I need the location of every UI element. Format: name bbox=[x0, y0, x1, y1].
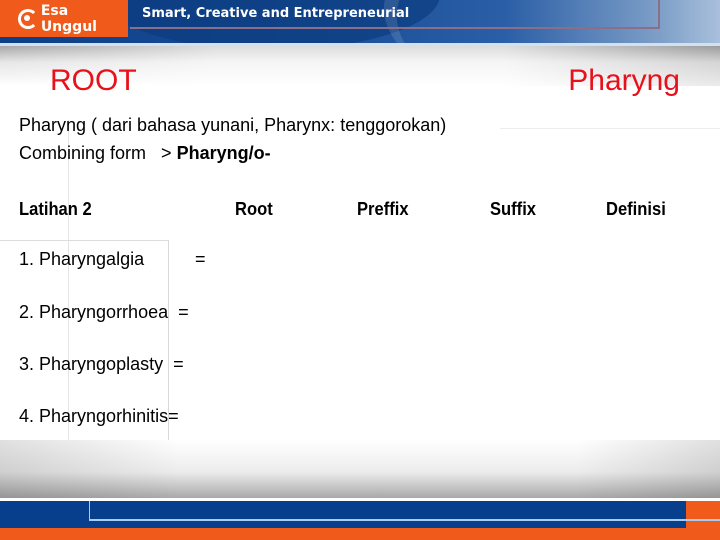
exercise-item: 3. Pharyngoplasty = bbox=[19, 354, 184, 374]
footer-frame-line bbox=[89, 501, 720, 521]
combining-form-label: Combining form > bbox=[19, 143, 177, 163]
column-header-suffix: Suffix bbox=[490, 199, 537, 219]
column-header-preffix: Preffix bbox=[357, 199, 409, 219]
exercise-item: 4. Pharyngorhinitis= bbox=[19, 406, 179, 426]
slide-subtitle-term: Pharyng bbox=[568, 64, 680, 97]
university-logo-icon bbox=[18, 8, 38, 29]
header-banner: Esa Unggul Smart, Creative and Entrepren… bbox=[0, 0, 720, 46]
column-header-root: Root bbox=[235, 199, 273, 219]
definition-line: Pharyng ( dari bahasa yunani, Pharynx: t… bbox=[19, 115, 447, 135]
column-header-latihan: Latihan 2 bbox=[19, 199, 92, 219]
logo-text: Esa Unggul bbox=[40, 2, 97, 35]
logo: Esa Unggul bbox=[0, 0, 128, 37]
bottom-shade bbox=[0, 440, 720, 498]
exercise-item: 1. Pharyngalgia bbox=[19, 249, 145, 269]
decorative-line bbox=[0, 240, 168, 241]
footer-orange-band bbox=[0, 528, 720, 540]
slide-title: ROOT bbox=[50, 64, 137, 97]
exercise-item-equals: = bbox=[195, 249, 206, 269]
combining-form-line: Combining form > Pharyng/o- bbox=[19, 143, 271, 164]
column-header-definisi: Definisi bbox=[606, 199, 666, 219]
combining-form-value: Pharyng/o- bbox=[176, 143, 271, 163]
exercise-item: 2. Pharyngorrhoea = bbox=[19, 302, 189, 322]
decorative-line bbox=[500, 128, 720, 129]
tagline: Smart, Creative and Entrepreneurial bbox=[142, 6, 410, 21]
